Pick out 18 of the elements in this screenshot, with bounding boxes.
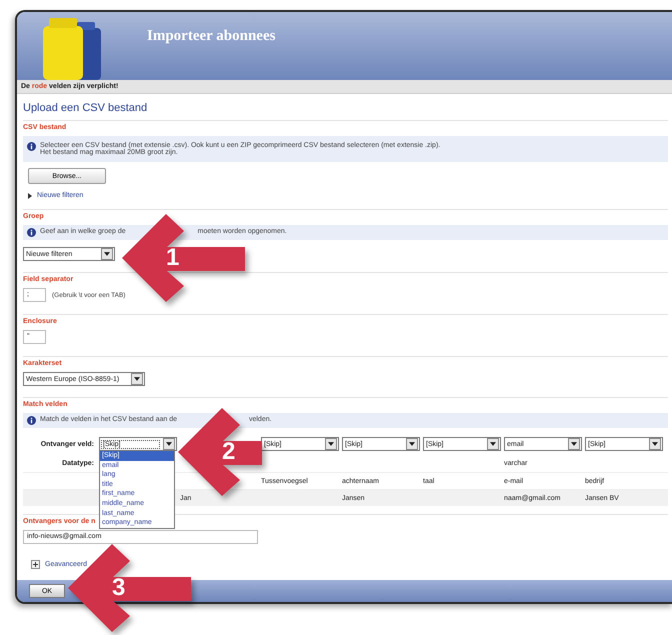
plus-icon <box>31 560 40 569</box>
caret-icon <box>163 438 175 450</box>
info-icon <box>27 142 36 151</box>
caret-icon <box>568 438 580 450</box>
caret-icon <box>101 248 113 260</box>
window-title: Importeer abonnees <box>147 28 276 44</box>
step-number: 3 <box>112 575 126 601</box>
triangle-icon <box>28 192 32 198</box>
info-icon <box>27 228 36 237</box>
caret-icon <box>131 373 143 385</box>
caret-icon <box>325 438 337 450</box>
caret-icon <box>406 438 418 450</box>
info-icon <box>27 416 36 425</box>
page-heading: Upload een CSV bestand <box>23 102 148 114</box>
step-number: 2 <box>222 439 236 465</box>
caret-icon <box>487 438 499 450</box>
caret-icon <box>649 438 661 450</box>
step-number: 1 <box>166 245 180 271</box>
